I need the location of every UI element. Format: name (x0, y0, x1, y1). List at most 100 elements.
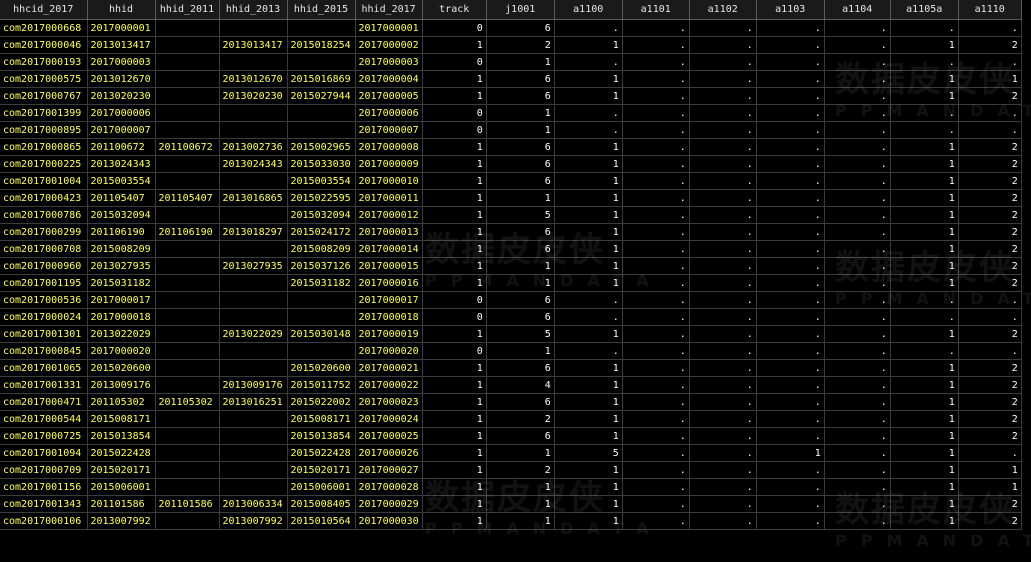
cell-hhid-2011[interactable] (155, 155, 220, 173)
cell-track[interactable]: 0 (422, 308, 487, 326)
cell-hhid-2015[interactable]: 2015020600 (287, 359, 356, 377)
cell-a1101[interactable]: . (622, 189, 690, 207)
cell-a1110[interactable]: 1 (958, 461, 1022, 479)
cell-hhid-2017[interactable]: 2017000001 (355, 19, 423, 37)
cell-hhid-2011[interactable] (155, 410, 220, 428)
cell-a1110[interactable]: 2 (958, 257, 1022, 275)
cell-hhid-2011[interactable] (155, 308, 220, 326)
cell-track[interactable]: 1 (422, 359, 487, 377)
cell-a1103[interactable]: . (756, 155, 825, 173)
cell-hhid-2013[interactable] (219, 19, 288, 37)
cell-hhid-2013[interactable] (219, 308, 288, 326)
cell-hhid-2013[interactable]: 2013027935 (219, 257, 288, 275)
cell-hhid[interactable]: 2017000006 (87, 104, 156, 122)
cell-a1110[interactable]: 2 (958, 325, 1022, 343)
cell-track[interactable]: 0 (422, 342, 487, 360)
cell-a1100[interactable]: 1 (554, 155, 623, 173)
cell-a1102[interactable]: . (689, 87, 757, 105)
cell-track[interactable]: 1 (422, 70, 487, 88)
table-row[interactable]: com2017000895 2017000007 2017000007 0 1.....… (0, 121, 1022, 139)
cell-a1105a[interactable]: 1 (890, 359, 959, 377)
cell-a1100[interactable]: . (554, 121, 623, 139)
cell-a1104[interactable]: . (824, 495, 891, 513)
cell-hhid-2017[interactable]: 2017000013 (355, 223, 423, 241)
cell-hhid-2015[interactable]: 2015022428 (287, 444, 356, 462)
cell-hhid-2011[interactable] (155, 70, 220, 88)
cell-a1104[interactable]: . (824, 257, 891, 275)
cell-j1001[interactable]: 6 (486, 155, 555, 173)
cell-a1105a[interactable]: 1 (890, 274, 959, 292)
cell-a1103[interactable]: . (756, 87, 825, 105)
cell-a1100[interactable]: . (554, 291, 623, 309)
cell-a1110[interactable]: 2 (958, 172, 1022, 190)
cell-a1101[interactable]: . (622, 104, 690, 122)
cell-a1102[interactable]: . (689, 512, 757, 530)
cell-a1105a[interactable]: . (890, 308, 959, 326)
table-row[interactable]: com2017000536 2017000017 2017000017 0 6.....… (0, 291, 1022, 309)
cell-a1101[interactable]: . (622, 155, 690, 173)
cell-a1103[interactable]: . (756, 308, 825, 326)
table-row[interactable]: com2017000106 2013007992 2013007992 2015010… (0, 512, 1022, 530)
cell-hhcid-2017[interactable]: com2017000536 (0, 291, 88, 309)
cell-a1102[interactable]: . (689, 206, 757, 224)
cell-a1100[interactable]: 1 (554, 461, 623, 479)
cell-a1110[interactable]: 2 (958, 376, 1022, 394)
cell-hhid[interactable]: 2015006001 (87, 478, 156, 496)
cell-a1102[interactable]: . (689, 427, 757, 445)
cell-a1102[interactable]: . (689, 53, 757, 71)
cell-hhcid-2017[interactable]: com2017001301 (0, 325, 88, 343)
table-row[interactable]: com2017000471 201105302 201105302 201301625… (0, 393, 1022, 411)
cell-track[interactable]: 1 (422, 206, 487, 224)
cell-j1001[interactable]: 6 (486, 172, 555, 190)
cell-a1110[interactable]: 2 (958, 223, 1022, 241)
cell-a1103[interactable]: . (756, 274, 825, 292)
cell-hhid-2017[interactable]: 2017000028 (355, 478, 423, 496)
cell-hhid-2017[interactable]: 2017000010 (355, 172, 423, 190)
cell-hhid-2015[interactable] (287, 291, 356, 309)
cell-a1110[interactable]: 2 (958, 393, 1022, 411)
cell-hhid-2015[interactable]: 2015022002 (287, 393, 356, 411)
cell-hhid-2011[interactable] (155, 19, 220, 37)
cell-j1001[interactable]: 1 (486, 478, 555, 496)
cell-a1105a[interactable]: 1 (890, 461, 959, 479)
cell-track[interactable]: 1 (422, 257, 487, 275)
cell-hhcid-2017[interactable]: com2017000960 (0, 257, 88, 275)
cell-hhid-2015[interactable]: 2015010564 (287, 512, 356, 530)
cell-a1104[interactable]: . (824, 410, 891, 428)
cell-a1100[interactable]: 1 (554, 138, 623, 156)
cell-hhcid-2017[interactable]: com2017000106 (0, 512, 88, 530)
cell-a1102[interactable]: . (689, 36, 757, 54)
cell-a1110[interactable]: 2 (958, 359, 1022, 377)
table-row[interactable]: com2017000225 2013024343 2013024343 2015033… (0, 155, 1022, 173)
cell-hhid-2013[interactable] (219, 359, 288, 377)
column-header-a1102[interactable]: a1102 (689, 0, 757, 20)
cell-hhid-2013[interactable] (219, 104, 288, 122)
cell-a1103[interactable]: . (756, 19, 825, 37)
cell-j1001[interactable]: 1 (486, 495, 555, 513)
cell-a1103[interactable]: . (756, 257, 825, 275)
cell-a1102[interactable]: . (689, 70, 757, 88)
cell-a1100[interactable]: 1 (554, 206, 623, 224)
cell-a1101[interactable]: . (622, 121, 690, 139)
cell-hhid-2017[interactable]: 2017000027 (355, 461, 423, 479)
cell-a1105a[interactable]: 1 (890, 223, 959, 241)
cell-hhid[interactable]: 2013012670 (87, 70, 156, 88)
cell-a1110[interactable]: . (958, 342, 1022, 360)
cell-hhid[interactable]: 201100672 (87, 138, 156, 156)
cell-a1102[interactable]: . (689, 291, 757, 309)
cell-a1110[interactable]: 2 (958, 274, 1022, 292)
table-row[interactable]: com2017000193 2017000003 2017000003 0 1.....… (0, 53, 1022, 71)
cell-a1110[interactable]: . (958, 308, 1022, 326)
cell-a1100[interactable]: 1 (554, 512, 623, 530)
cell-a1104[interactable]: . (824, 206, 891, 224)
cell-hhcid-2017[interactable]: com2017000767 (0, 87, 88, 105)
cell-a1110[interactable]: . (958, 53, 1022, 71)
cell-a1101[interactable]: . (622, 376, 690, 394)
cell-hhid-2017[interactable]: 2017000005 (355, 87, 423, 105)
cell-hhid-2011[interactable] (155, 87, 220, 105)
cell-a1105a[interactable]: . (890, 104, 959, 122)
cell-hhid-2013[interactable]: 2013016865 (219, 189, 288, 207)
cell-j1001[interactable]: 6 (486, 291, 555, 309)
cell-a1105a[interactable]: 1 (890, 240, 959, 258)
cell-hhcid-2017[interactable]: com2017001343 (0, 495, 88, 513)
